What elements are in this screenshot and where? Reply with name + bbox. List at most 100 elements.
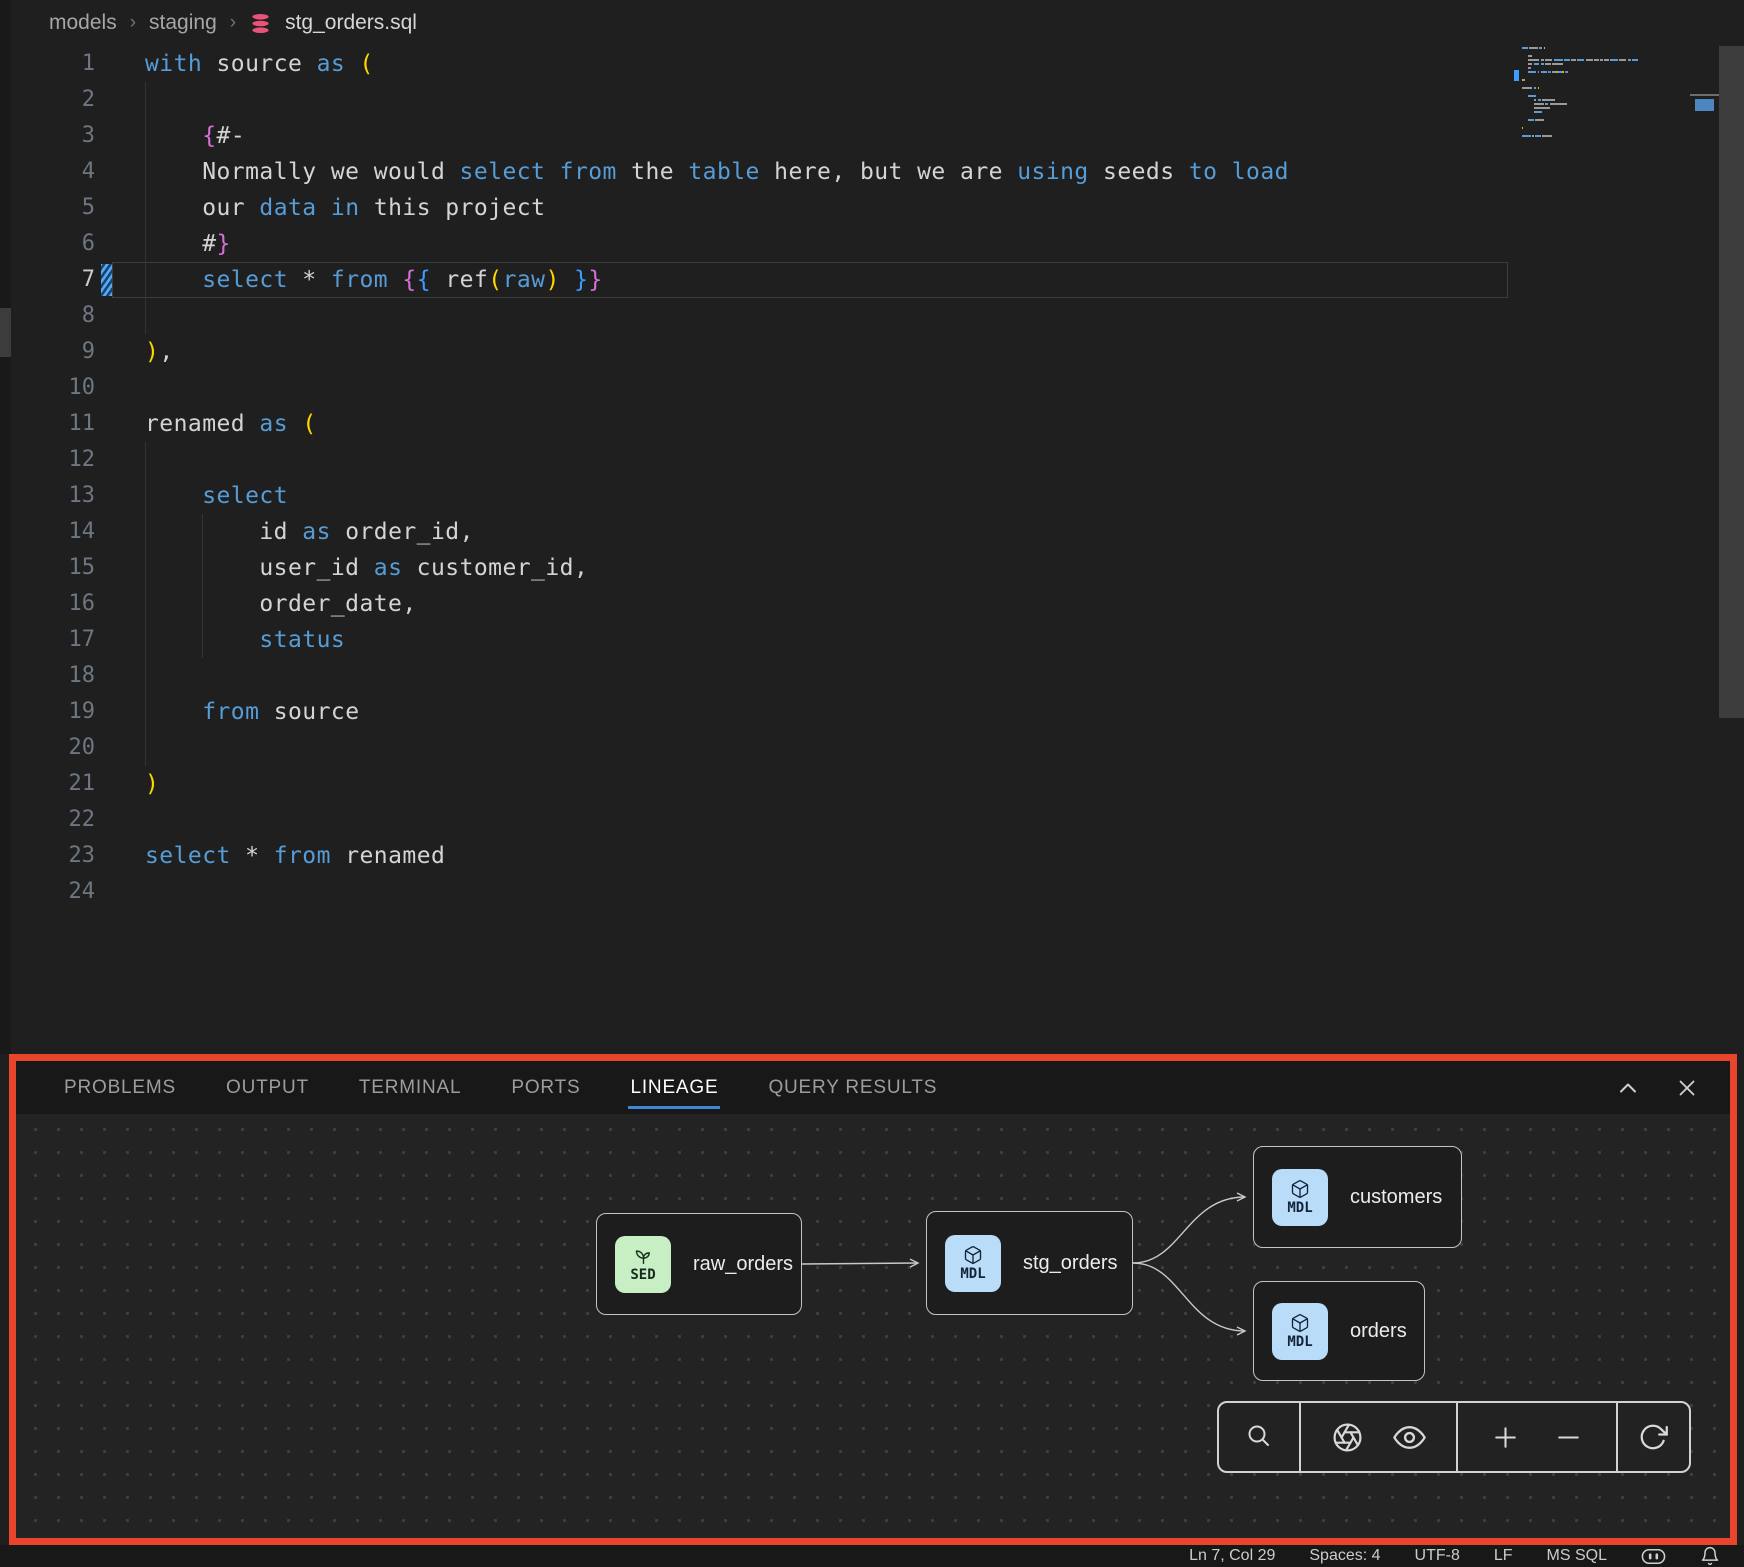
tab-lineage[interactable]: LINEAGE bbox=[630, 1077, 718, 1099]
statusbar-spaces-4[interactable]: Spaces: 4 bbox=[1309, 1547, 1380, 1565]
code-line[interactable]: 21) bbox=[11, 766, 1512, 802]
code-line[interactable]: 10 bbox=[11, 370, 1512, 406]
zoom-in-button[interactable] bbox=[1489, 1421, 1522, 1454]
statusbar: Ln 7, Col 29 Spaces: 4 UTF-8 LF MS SQL bbox=[0, 1545, 1744, 1567]
breadcrumb-file[interactable]: stg_orders.sql bbox=[285, 11, 417, 35]
node-label: raw_orders bbox=[693, 1253, 793, 1276]
lineage-node-raw_orders[interactable]: SEDraw_orders bbox=[596, 1213, 802, 1315]
minimap[interactable] bbox=[1522, 47, 1714, 169]
code-line[interactable]: 6 #} bbox=[11, 226, 1512, 262]
code-line[interactable]: 8 bbox=[11, 298, 1512, 334]
code-line[interactable]: 2 bbox=[11, 82, 1512, 118]
bottom-panel-highlighted: PROBLEMS OUTPUT TERMINAL PORTS LINEAGE QUERY … bbox=[9, 1054, 1737, 1545]
minimap-line bbox=[1522, 87, 1539, 89]
code-line[interactable]: 17 status bbox=[11, 622, 1512, 658]
code-line[interactable]: 7 select * from {{ ref(raw) }} bbox=[11, 262, 1512, 298]
refresh-icon bbox=[1638, 1422, 1668, 1452]
lineage-canvas[interactable]: SEDraw_ordersMDLstg_ordersMDLcustomersMD… bbox=[16, 1114, 1730, 1538]
code-line[interactable]: 11renamed as ( bbox=[11, 406, 1512, 442]
tab-query-results[interactable]: QUERY RESULTS bbox=[768, 1077, 937, 1099]
gutter-line-number: 19 bbox=[11, 694, 95, 730]
visibility-button[interactable] bbox=[1393, 1421, 1426, 1454]
indent-guide bbox=[145, 442, 146, 766]
copilot-button[interactable] bbox=[1641, 1546, 1666, 1566]
badge-label: MDL bbox=[1287, 1334, 1312, 1350]
code-line[interactable]: 14 id as order_id, bbox=[11, 514, 1512, 550]
tab-terminal[interactable]: TERMINAL bbox=[359, 1077, 461, 1099]
statusbar-ln-7-col-29[interactable]: Ln 7, Col 29 bbox=[1189, 1547, 1275, 1565]
code-line[interactable]: 5 our data in this project bbox=[11, 190, 1512, 226]
notifications-button[interactable] bbox=[1700, 1546, 1720, 1566]
code-line[interactable]: 13 select bbox=[11, 478, 1512, 514]
code-line[interactable]: 18 bbox=[11, 658, 1512, 694]
code-line[interactable]: 23 select * from renamed bbox=[11, 838, 1512, 874]
code-editor[interactable]: 1with source as (23 {#-4 Normally we wou… bbox=[11, 46, 1512, 910]
code-text: select bbox=[145, 478, 288, 514]
gutter-line-number: 2 bbox=[11, 82, 95, 118]
minimap-line bbox=[1522, 71, 1568, 73]
code-text: renamed as ( bbox=[145, 406, 317, 442]
code-line[interactable]: 15 user_id as customer_id, bbox=[11, 550, 1512, 586]
cube-icon bbox=[1290, 1179, 1310, 1199]
lineage-edge-stg_orders-to-orders bbox=[1133, 1263, 1245, 1331]
chevron-up-icon bbox=[1614, 1074, 1642, 1102]
code-line[interactable]: 1with source as ( bbox=[11, 46, 1512, 82]
minimap-line bbox=[1522, 55, 1532, 57]
overview-ruler-modified-marker bbox=[1695, 99, 1714, 111]
aperture-button[interactable] bbox=[1332, 1422, 1363, 1453]
gutter-line-number: 24 bbox=[11, 874, 95, 910]
gutter-line-number: 7 bbox=[11, 262, 95, 298]
minimap-line bbox=[1522, 111, 1542, 113]
left-scrollbar-thumb[interactable] bbox=[0, 308, 11, 357]
code-line[interactable]: 20 bbox=[11, 730, 1512, 766]
code-line[interactable]: 24 bbox=[11, 874, 1512, 910]
minimap-line bbox=[1522, 63, 1563, 65]
cube-icon bbox=[1290, 1313, 1310, 1333]
tab-output[interactable]: OUTPUT bbox=[226, 1077, 309, 1099]
collapse-panel-button[interactable] bbox=[1614, 1074, 1642, 1102]
breadcrumb-separator: › bbox=[230, 12, 236, 34]
code-text: with source as ( bbox=[145, 46, 374, 82]
code-line[interactable]: 22 bbox=[11, 802, 1512, 838]
code-line[interactable]: 4 Normally we would select from the tabl… bbox=[11, 154, 1512, 190]
dbt-database-icon bbox=[249, 12, 272, 35]
code-text: ), bbox=[145, 334, 174, 370]
search-button[interactable] bbox=[1243, 1421, 1275, 1453]
model-badge: MDL bbox=[1272, 1169, 1328, 1226]
tab-problems[interactable]: PROBLEMS bbox=[64, 1077, 176, 1099]
gutter-line-number: 23 bbox=[11, 838, 95, 874]
minus-icon bbox=[1552, 1421, 1585, 1454]
breadcrumb-separator: › bbox=[130, 12, 136, 34]
code-text: #} bbox=[145, 226, 231, 262]
code-line[interactable]: 12 bbox=[11, 442, 1512, 478]
gutter-line-number: 9 bbox=[11, 334, 95, 370]
statusbar-ms-sql[interactable]: MS SQL bbox=[1547, 1547, 1607, 1565]
left-edge-scrollbar[interactable] bbox=[0, 0, 11, 1054]
search-icon bbox=[1243, 1421, 1275, 1453]
node-label: orders bbox=[1350, 1320, 1407, 1343]
code-line[interactable]: 19 from source bbox=[11, 694, 1512, 730]
code-line[interactable]: 16 order_date, bbox=[11, 586, 1512, 622]
gutter-line-number: 10 bbox=[11, 370, 95, 406]
refresh-button[interactable] bbox=[1638, 1422, 1668, 1452]
editor-scrollbar[interactable] bbox=[1719, 46, 1744, 718]
breadcrumb-item-staging[interactable]: staging bbox=[149, 11, 217, 35]
lineage-node-stg_orders[interactable]: MDLstg_orders bbox=[926, 1211, 1133, 1315]
code-line[interactable]: 3 {#- bbox=[11, 118, 1512, 154]
breadcrumb-item-models[interactable]: models bbox=[49, 11, 117, 35]
code-text: select * from renamed bbox=[145, 838, 445, 874]
zoom-out-button[interactable] bbox=[1552, 1421, 1585, 1454]
code-text: user_id as customer_id, bbox=[145, 550, 588, 586]
plus-icon bbox=[1489, 1421, 1522, 1454]
close-panel-button[interactable] bbox=[1674, 1075, 1700, 1101]
code-text: Normally we would select from the table … bbox=[145, 154, 1289, 190]
cube-icon bbox=[963, 1245, 983, 1265]
tab-ports[interactable]: PORTS bbox=[511, 1077, 580, 1099]
statusbar-lf[interactable]: LF bbox=[1494, 1547, 1513, 1565]
minimap-line bbox=[1522, 127, 1523, 129]
statusbar-items: Ln 7, Col 29 Spaces: 4 UTF-8 LF MS SQL bbox=[1189, 1547, 1607, 1565]
lineage-node-customers[interactable]: MDLcustomers bbox=[1253, 1146, 1462, 1248]
statusbar-utf-8[interactable]: UTF-8 bbox=[1415, 1547, 1460, 1565]
lineage-node-orders[interactable]: MDL orders bbox=[1253, 1281, 1425, 1381]
code-line[interactable]: 9), bbox=[11, 334, 1512, 370]
